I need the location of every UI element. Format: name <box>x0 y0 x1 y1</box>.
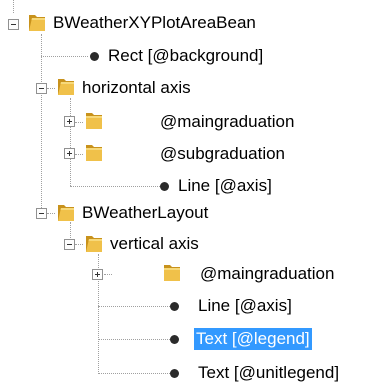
tree-connector <box>75 154 83 155</box>
tree-connector <box>47 213 55 214</box>
expand-toggle[interactable] <box>92 269 103 280</box>
tree-connector <box>47 88 55 89</box>
folder-closed-icon <box>163 263 181 283</box>
bullet-icon <box>160 182 169 191</box>
tree-node-label[interactable]: Rect [@background] <box>106 45 265 67</box>
bullet-icon <box>170 335 179 344</box>
bullet-icon <box>90 52 99 61</box>
tree-connector <box>75 244 83 245</box>
folder-open-icon <box>57 77 75 97</box>
expand-toggle[interactable] <box>64 116 75 127</box>
tree-connector <box>98 373 170 374</box>
tree-connector <box>75 122 83 123</box>
folder-closed-icon <box>85 111 103 131</box>
tree-connector <box>41 34 42 214</box>
collapse-toggle[interactable] <box>64 239 75 250</box>
tree-connector <box>13 0 14 13</box>
tree-view[interactable]: BWeatherXYPlotAreaBean Rect [@background… <box>0 0 385 390</box>
tree-connector <box>98 306 170 307</box>
tree-node-label[interactable]: BWeatherXYPlotAreaBean <box>51 12 258 34</box>
tree-node-label[interactable]: BWeatherLayout <box>80 202 210 224</box>
tree-connector <box>104 274 112 275</box>
tree-node-label[interactable]: @subgraduation <box>158 143 287 165</box>
tree-node-label[interactable]: Line [@axis] <box>196 295 294 317</box>
tree-node-label[interactable]: Line [@axis] <box>176 175 274 197</box>
tree-node-label[interactable]: @maingraduation <box>198 263 336 285</box>
collapse-toggle[interactable] <box>36 208 47 219</box>
folder-open-icon <box>28 13 46 33</box>
tree-connector <box>70 98 71 186</box>
bullet-icon <box>170 302 179 311</box>
tree-node-label[interactable]: vertical axis <box>108 233 201 255</box>
tree-node-label-selected[interactable]: Text [@legend] <box>194 328 312 350</box>
collapse-toggle[interactable] <box>36 83 47 94</box>
expand-toggle[interactable] <box>64 148 75 159</box>
tree-node-label[interactable]: Text [@unitlegend] <box>196 362 341 384</box>
tree-connector <box>98 339 170 340</box>
folder-open-icon <box>85 234 103 254</box>
folder-open-icon <box>57 203 75 223</box>
tree-connector <box>41 56 88 57</box>
tree-node-label[interactable]: horizontal axis <box>80 77 193 99</box>
tree-node-label[interactable]: @maingraduation <box>158 111 296 133</box>
collapse-toggle[interactable] <box>8 19 19 30</box>
folder-closed-icon <box>85 143 103 163</box>
tree-connector <box>70 186 162 187</box>
bullet-icon <box>170 369 179 378</box>
